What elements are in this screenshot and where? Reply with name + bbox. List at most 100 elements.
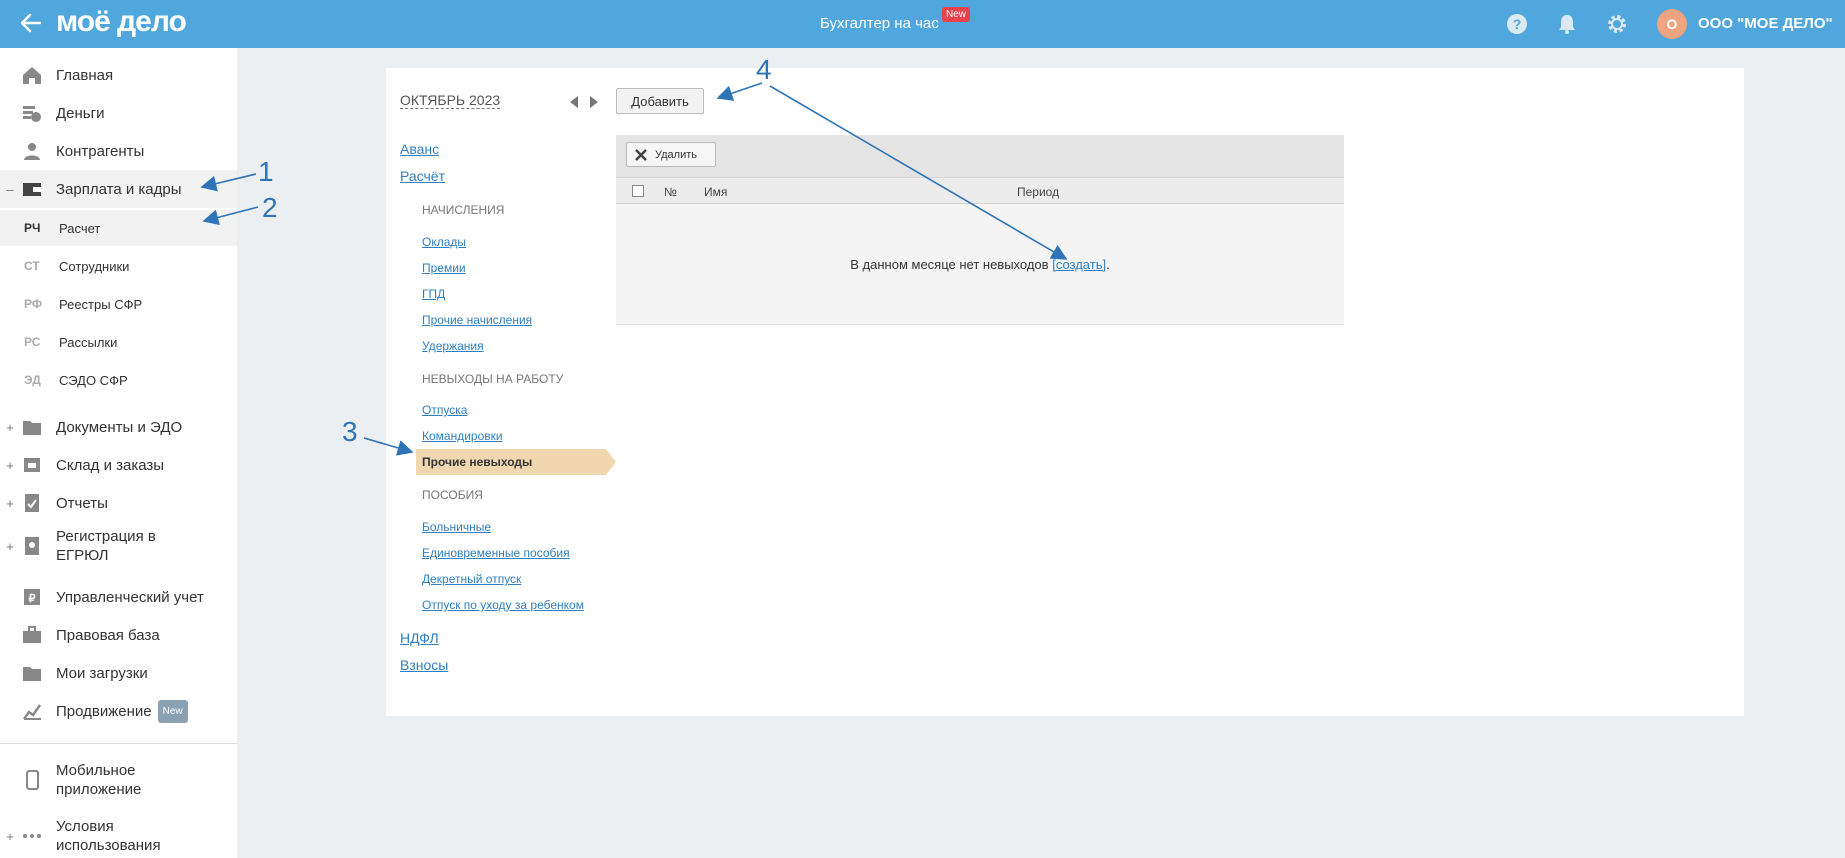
sidebar-item-reports[interactable]: + Отчеты xyxy=(0,484,237,522)
menu-gpd[interactable]: ГПД xyxy=(422,287,445,301)
subitem-label: Рассылки xyxy=(59,334,118,350)
sidebar-item-label: Условия использования xyxy=(56,818,161,854)
back-arrow-icon[interactable] xyxy=(18,10,44,36)
sidebar-item-label: Главная xyxy=(56,66,114,84)
menu-salaries[interactable]: Оклады xyxy=(422,235,466,249)
downloads-icon xyxy=(23,667,41,681)
sidebar-item-main[interactable]: Главная xyxy=(0,56,237,94)
menu-other-absences-active[interactable]: Прочие невыходы xyxy=(416,449,616,475)
sidebar-item-management[interactable]: ₽ Управленческий учет xyxy=(0,578,237,616)
menu-ndfl[interactable]: НДФЛ xyxy=(400,630,439,646)
annotation-label-1: 1 xyxy=(258,156,274,187)
annotation-label-3: 3 xyxy=(342,416,358,447)
sidebar-item-label: Зарплата и кадры xyxy=(56,180,182,198)
table-toolbar: Удалить xyxy=(616,135,1344,177)
top-bar: моё дело Бухгалтер на час New ? О ООО "М… xyxy=(0,0,1845,48)
expand-toggle[interactable]: + xyxy=(5,539,15,554)
sidebar-item-promotion[interactable]: Продвижение New xyxy=(0,692,237,730)
org-name[interactable]: ООО "МОЕ ДЕЛО" xyxy=(1698,15,1833,32)
prev-month-icon[interactable] xyxy=(570,96,578,108)
subitem-label: Реестры СФР xyxy=(59,296,143,312)
menu-vacations[interactable]: Отпуска xyxy=(422,403,467,417)
gear-icon[interactable] xyxy=(1605,12,1629,36)
menu-accruals-header: НАЧИСЛЕНИЯ xyxy=(422,203,505,217)
table-header: № Имя Период xyxy=(616,177,1344,204)
menu-sick-leave[interactable]: Больничные xyxy=(422,520,491,534)
menu-lump-sum-benefits[interactable]: Единовременные пособия xyxy=(422,546,570,560)
registration-icon xyxy=(25,537,39,555)
sidebar-item-label: Правовая база xyxy=(56,626,160,644)
svg-text:?: ? xyxy=(1513,16,1522,32)
sidebar-item-label: Управленческий учет xyxy=(56,588,204,606)
menu-benefits-header: ПОСОБИЯ xyxy=(422,488,483,502)
sidebar-item-money[interactable]: Деньги xyxy=(0,94,237,132)
sidebar-item-terms[interactable]: + Условия использования xyxy=(0,812,237,858)
sidebar-divider xyxy=(0,743,237,744)
new-badge: New xyxy=(942,7,971,22)
subitem-label: СЭДО СФР xyxy=(59,372,128,388)
bell-icon[interactable] xyxy=(1555,12,1579,36)
month-selector[interactable]: ОКТЯБРЬ 2023 xyxy=(400,92,501,109)
empty-state-message: В данном месяце нет невыходов [создать]. xyxy=(616,257,1344,272)
sidebar-item-contractors[interactable]: Контрагенты xyxy=(0,132,237,170)
menu-maternity-leave[interactable]: Декретный отпуск xyxy=(422,572,521,586)
sidebar-subitem-sedo[interactable]: ЭД СЭДО СФР xyxy=(0,362,237,398)
more-icon xyxy=(23,834,41,838)
sidebar-subitem-raschet[interactable]: РЧ Расчет xyxy=(0,210,237,246)
expand-toggle[interactable]: + xyxy=(5,496,15,511)
close-icon xyxy=(635,148,647,161)
reports-icon xyxy=(25,494,39,512)
delete-button-label: Удалить xyxy=(655,148,697,161)
sidebar-item-registration[interactable]: + Регистрация в ЕГРЮЛ xyxy=(0,522,237,570)
menu-other-accruals[interactable]: Прочие начисления xyxy=(422,313,532,327)
sidebar-item-salary[interactable]: – Зарплата и кадры xyxy=(0,170,237,208)
help-icon[interactable]: ? xyxy=(1505,12,1529,36)
menu-deductions[interactable]: Удержания xyxy=(422,339,484,353)
next-month-icon[interactable] xyxy=(590,96,598,108)
sidebar: Главная Деньги Контрагенты – Зарплата и … xyxy=(0,48,237,858)
collapse-toggle[interactable]: – xyxy=(5,182,15,197)
column-header-name[interactable]: Имя xyxy=(704,185,727,199)
warehouse-icon xyxy=(24,458,40,472)
column-header-number[interactable]: № xyxy=(664,185,677,199)
subitem-abbr: РЧ xyxy=(24,221,41,235)
create-link[interactable]: [создать] xyxy=(1052,257,1106,272)
menu-childcare-leave[interactable]: Отпуск по уходу за ребенком xyxy=(422,598,584,612)
sidebar-item-mobile-app[interactable]: Мобильное приложение xyxy=(0,756,237,804)
subitem-label: Расчет xyxy=(59,220,101,236)
menu-raschet[interactable]: Расчёт xyxy=(400,168,445,184)
add-button[interactable]: Добавить xyxy=(616,88,704,114)
money-icon xyxy=(23,106,41,122)
sidebar-item-legal[interactable]: Правовая база xyxy=(0,616,237,654)
sidebar-item-documents[interactable]: + Документы и ЭДО xyxy=(0,408,237,446)
sidebar-subitem-registries[interactable]: РФ Реестры СФР xyxy=(0,286,237,322)
sidebar-item-warehouse[interactable]: + Склад и заказы xyxy=(0,446,237,484)
column-header-period[interactable]: Период xyxy=(1017,185,1059,199)
delete-button[interactable]: Удалить xyxy=(626,142,716,167)
wallet-icon xyxy=(23,183,41,196)
sidebar-item-downloads[interactable]: Мои загрузки xyxy=(0,654,237,692)
sidebar-item-label: Мобильное приложение xyxy=(56,762,142,798)
folder-icon xyxy=(23,421,41,435)
subitem-abbr: СТ xyxy=(24,259,40,273)
new-badge: New xyxy=(157,699,188,723)
menu-avans[interactable]: Аванс xyxy=(400,141,439,157)
logo[interactable]: моё дело xyxy=(56,5,187,39)
accountant-on-hour-link[interactable]: Бухгалтер на час xyxy=(820,15,939,32)
expand-toggle[interactable]: + xyxy=(5,829,15,844)
sidebar-item-label: Деньги xyxy=(56,104,105,122)
absences-table: Удалить № Имя Период В данном месяце нет… xyxy=(616,135,1344,325)
sidebar-item-label: Регистрация в ЕГРЮЛ xyxy=(56,528,156,564)
select-all-checkbox[interactable] xyxy=(632,185,644,197)
expand-toggle[interactable]: + xyxy=(5,420,15,435)
sidebar-subitem-employees[interactable]: СТ Сотрудники xyxy=(0,248,237,284)
expand-toggle[interactable]: + xyxy=(5,458,15,473)
sidebar-subitem-mailings[interactable]: РС Рассылки xyxy=(0,324,237,360)
sidebar-item-label: Контрагенты xyxy=(56,142,145,160)
mobile-icon xyxy=(26,770,39,790)
menu-contributions[interactable]: Взносы xyxy=(400,657,448,673)
menu-bonuses[interactable]: Премии xyxy=(422,261,466,275)
menu-absences-header: НЕВЫХОДЫ НА РАБОТУ xyxy=(422,372,564,386)
avatar[interactable]: О xyxy=(1657,9,1687,39)
menu-business-trips[interactable]: Командировки xyxy=(422,429,503,443)
